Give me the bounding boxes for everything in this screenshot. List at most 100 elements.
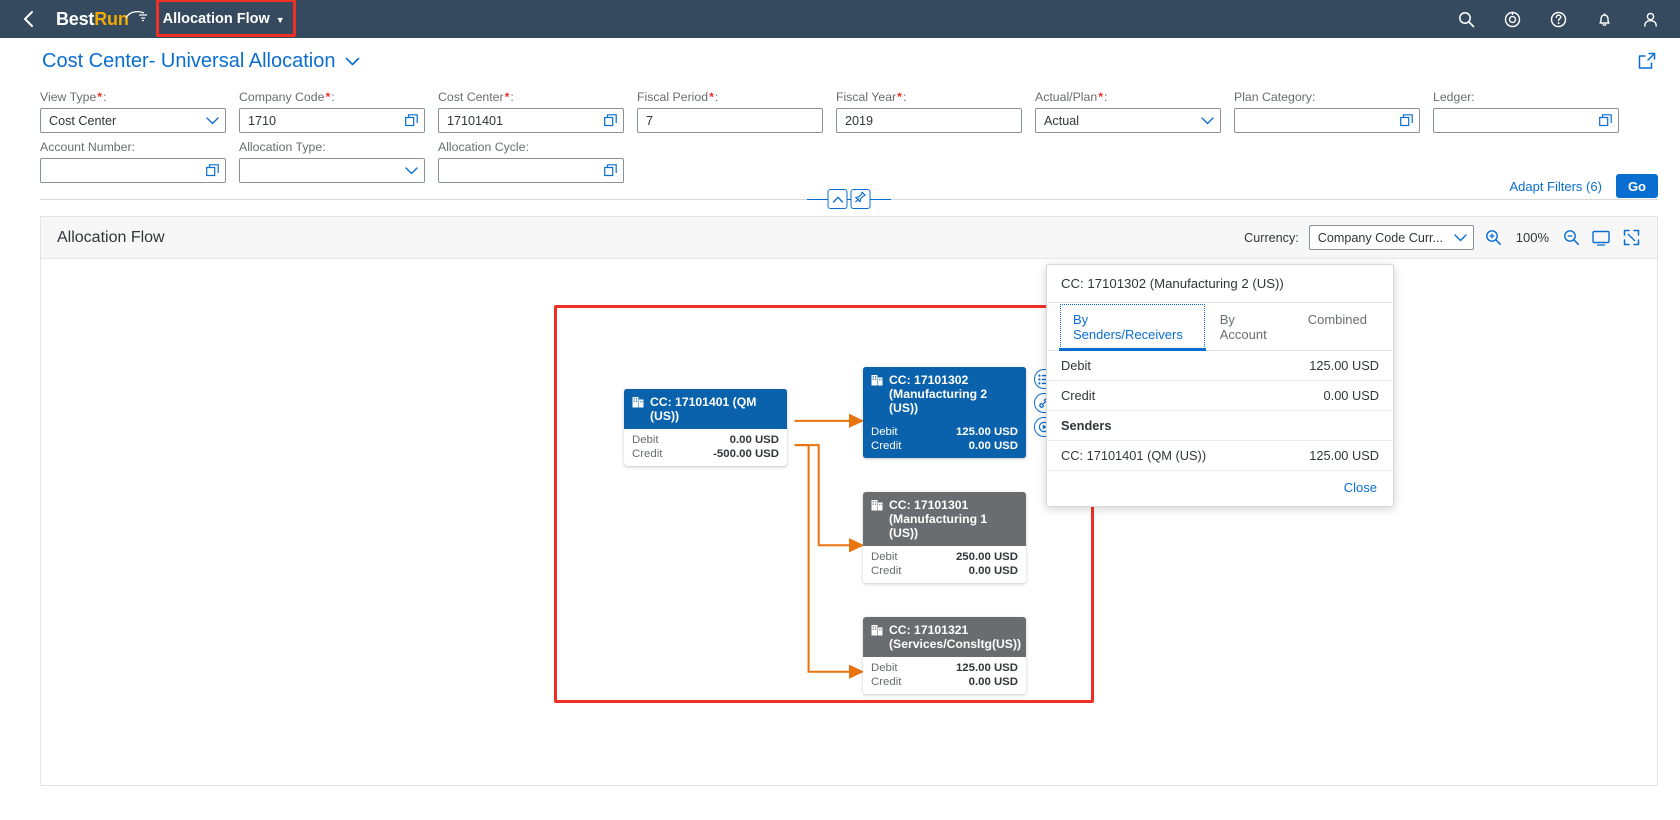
credit-label: Credit <box>871 565 902 577</box>
filter-cost-center: Cost Center*: 17101401 <box>438 90 624 133</box>
building-icon <box>871 373 883 389</box>
allocation-cycle-input[interactable] <box>438 158 624 183</box>
pin-icon <box>855 190 867 208</box>
node-debit-line: Debit 125.00 USD <box>871 661 1018 675</box>
page-title[interactable]: Cost Center- Universal Allocation <box>42 50 360 73</box>
collapse-filter-bar-button[interactable] <box>827 189 848 209</box>
fiscal-period-input[interactable]: 7 <box>637 108 823 133</box>
go-button[interactable]: Go <box>1615 174 1658 198</box>
tab-combined[interactable]: Combined <box>1294 303 1381 350</box>
filter-label-text: Allocation Cycle <box>438 140 526 154</box>
value-help-icon[interactable] <box>206 164 219 177</box>
row-key: CC: 17101401 (QM (US)) <box>1061 448 1207 463</box>
app-title-menu[interactable]: Allocation Flow ▼ <box>163 11 285 27</box>
fiscal-period-value: 7 <box>646 113 654 128</box>
value-help-icon[interactable] <box>1400 114 1413 127</box>
share-icon[interactable] <box>1636 50 1658 72</box>
chevron-down-icon <box>1201 116 1214 125</box>
chevron-down-icon: ▼ <box>275 15 285 25</box>
fiscal-year-input[interactable]: 2019 <box>836 108 1022 133</box>
view-type-select[interactable]: Cost Center <box>40 108 226 133</box>
flow-node-17101401[interactable]: CC: 17101401 (QM (US)) Debit 0.00 USD Cr… <box>624 389 787 466</box>
filter-actions: Adapt Filters (6) Go <box>1509 174 1658 198</box>
help-icon[interactable] <box>1548 9 1568 29</box>
row-key: Credit <box>1061 388 1096 403</box>
user-icon[interactable] <box>1640 9 1660 29</box>
flow-node-17101302[interactable]: CC: 17101302 (Manufacturing 2 (US)) Debit… <box>863 367 1026 458</box>
cost-center-value: 17101401 <box>447 113 504 128</box>
filter-label: Allocation Type: <box>239 140 326 154</box>
search-icon[interactable] <box>1456 9 1476 29</box>
page-title-label: Cost Center- Universal Allocation <box>42 49 336 72</box>
full-screen-icon[interactable] <box>1621 228 1641 248</box>
flow-node-17101321[interactable]: CC: 17101321 (Services/Consltg(US)) Debit… <box>863 617 1026 694</box>
adapt-filters-link[interactable]: Adapt Filters (6) <box>1509 179 1601 194</box>
debit-label: Debit <box>632 434 659 446</box>
zoom-in-icon[interactable] <box>1484 228 1504 248</box>
allocation-type-select[interactable] <box>239 158 425 183</box>
notifications-icon[interactable] <box>1594 9 1614 29</box>
tab-by-senders-receivers[interactable]: By Senders/Receivers <box>1059 303 1206 351</box>
filter-fiscal-period: Fiscal Period*: 7 <box>637 90 823 133</box>
filter-ledger: Ledger: <box>1433 90 1619 133</box>
actual-plan-value: Actual <box>1044 113 1080 128</box>
fit-to-screen-icon[interactable] <box>1591 228 1611 248</box>
filter-company-code: Company Code*: 1710 <box>239 90 425 133</box>
pin-filter-bar-button[interactable] <box>850 189 871 209</box>
debit-value: 125.00 USD <box>955 662 1018 674</box>
node-body: Debit 125.00 USD Credit 0.00 USD <box>863 421 1026 458</box>
debit-value: 0.00 USD <box>729 434 779 446</box>
row-key: Senders <box>1061 418 1112 433</box>
required-marker: * <box>97 90 103 104</box>
popup-row-senders-header: Senders <box>1047 411 1393 441</box>
copilot-icon[interactable] <box>1502 9 1522 29</box>
zoom-out-icon[interactable] <box>1561 228 1581 248</box>
back-button[interactable] <box>14 4 44 34</box>
company-code-input[interactable]: 1710 <box>239 108 425 133</box>
popup-footer: Close <box>1047 471 1393 506</box>
ledger-input[interactable] <box>1433 108 1619 133</box>
flow-canvas[interactable]: CC: 17101401 (QM (US)) Debit 0.00 USD Cr… <box>41 259 1657 785</box>
node-title: CC: 17101302 (Manufacturing 2 (US)) <box>889 373 1017 415</box>
node-body: Debit 0.00 USD Credit -500.00 USD <box>624 429 787 466</box>
popup-title: CC: 17101302 (Manufacturing 2 (US)) <box>1047 265 1393 303</box>
node-title-line2: (Services/Consltg(US)) <box>889 637 1022 651</box>
filter-label: Plan Category: <box>1234 90 1316 104</box>
chevron-down-icon[interactable] <box>345 54 360 69</box>
view-type-value: Cost Center <box>49 113 117 128</box>
popup-row-credit: Credit 0.00 USD <box>1047 381 1393 411</box>
filter-label-text: Allocation Type <box>239 140 323 154</box>
brand-logo[interactable]: Best Run <box>56 9 147 30</box>
value-help-icon[interactable] <box>604 164 617 177</box>
allocation-flow-card: Allocation Flow Currency: Company Code C… <box>40 216 1658 786</box>
credit-label: Credit <box>632 448 663 460</box>
flow-node-17101301[interactable]: CC: 17101301 (Manufacturing 1 (US)) Debit… <box>863 492 1026 583</box>
filter-label-text: Plan Category <box>1234 90 1312 104</box>
popup-row-debit: Debit 125.00 USD <box>1047 351 1393 381</box>
row-value: 0.00 USD <box>1323 388 1379 403</box>
value-help-icon[interactable] <box>1599 114 1612 127</box>
debit-label: Debit <box>871 662 898 674</box>
chevron-left-icon <box>23 10 35 28</box>
content-area: Allocation Flow Currency: Company Code C… <box>0 210 1680 816</box>
node-title-line1: CC: 17101321 <box>889 623 969 637</box>
value-help-icon[interactable] <box>405 114 418 127</box>
value-help-icon[interactable] <box>604 114 617 127</box>
currency-select[interactable]: Company Code Curr... <box>1308 225 1474 250</box>
close-button[interactable]: Close <box>1344 480 1377 495</box>
plan-category-input[interactable] <box>1234 108 1420 133</box>
cost-center-input[interactable]: 17101401 <box>438 108 624 133</box>
node-credit-line: Credit 0.00 USD <box>871 564 1018 578</box>
filter-label-text: Cost Center <box>438 90 504 104</box>
app-title-container: Allocation Flow ▼ <box>155 0 296 37</box>
tab-by-account[interactable]: By Account <box>1206 303 1294 350</box>
account-number-input[interactable] <box>40 158 226 183</box>
node-header: CC: 17101301 (Manufacturing 1 (US)) <box>863 492 1026 546</box>
actual-plan-select[interactable]: Actual <box>1035 108 1221 133</box>
filter-account-number: Account Number: <box>40 140 226 183</box>
shell-actions <box>1456 9 1666 29</box>
debit-value: 250.00 USD <box>955 551 1018 563</box>
filter-label-text: Fiscal Year <box>836 90 897 104</box>
filter-actual-plan: Actual/Plan*: Actual <box>1035 90 1221 133</box>
filter-bar-divider <box>40 189 1658 209</box>
